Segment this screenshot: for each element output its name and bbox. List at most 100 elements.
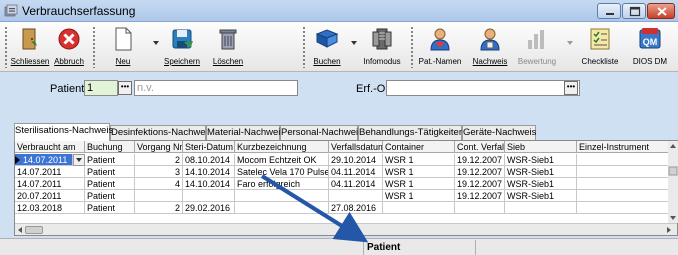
table-row[interactable]: 20.07.2011 Patient WSR 1 19.12.2007 WSR-Sieb…: [15, 190, 675, 202]
table-cell[interactable]: WSR 1: [383, 178, 455, 190]
table-cell[interactable]: 19.12.2007: [455, 178, 505, 190]
evidence-button[interactable]: Nachweis: [470, 24, 510, 70]
table-cell[interactable]: 08.10.2014: [183, 154, 235, 166]
table-cell[interactable]: 14.07.2011: [15, 166, 85, 178]
table-cell[interactable]: [329, 190, 383, 202]
close-button[interactable]: [647, 3, 675, 19]
column-header[interactable]: Vorgang Nr.: [135, 141, 183, 153]
table-cell[interactable]: WSR-Sieb1: [505, 166, 577, 178]
table-cell[interactable]: [505, 202, 577, 214]
new-dropdown-icon[interactable]: [152, 39, 160, 47]
column-header[interactable]: Kurzbezeichnung: [235, 141, 329, 153]
new-button[interactable]: Neu: [106, 24, 140, 70]
table-cell[interactable]: WSR-Sieb1: [505, 190, 577, 202]
table-row[interactable]: 14.07.2011 Patient 4 14.10.2014 Faro erfolgr…: [15, 178, 675, 190]
book-button[interactable]: Buchen: [308, 24, 346, 70]
table-cell[interactable]: 19.12.2007: [455, 190, 505, 202]
table-cell[interactable]: Patient: [85, 178, 135, 190]
table-cell[interactable]: [235, 190, 329, 202]
table-cell[interactable]: WSR 1: [383, 190, 455, 202]
table-cell[interactable]: 3: [135, 166, 183, 178]
horizontal-scroll-thumb[interactable]: [25, 226, 43, 234]
table-cell[interactable]: 14.07.2011: [15, 178, 85, 190]
patient-id-field[interactable]: 1: [84, 80, 118, 96]
table-cell[interactable]: 14.10.2014: [183, 166, 235, 178]
scroll-right-icon[interactable]: [665, 224, 673, 236]
dios-dm-button[interactable]: QM DIOS DM: [628, 24, 672, 70]
tab-material-nachweis[interactable]: Material-Nachweis: [206, 125, 285, 140]
table-row[interactable]: 14.07.2011 Patient 3 14.10.2014 Satelec Vela…: [15, 166, 675, 178]
patient-lookup-button[interactable]: •••: [118, 81, 132, 95]
table-row[interactable]: 12.03.2018 Patient 2 29.02.2016 27.08.2016: [15, 202, 675, 214]
table-cell[interactable]: 14.07.2011: [15, 154, 73, 166]
table-cell[interactable]: 19.12.2007: [455, 154, 505, 166]
table-cell[interactable]: Patient: [85, 202, 135, 214]
table-cell[interactable]: [577, 190, 669, 202]
table-cell[interactable]: 04.11.2014: [329, 178, 383, 190]
table-cell[interactable]: 14.10.2014: [183, 178, 235, 190]
table-cell[interactable]: 04.11.2014: [329, 166, 383, 178]
table-cell[interactable]: WSR 1: [383, 154, 455, 166]
rating-button[interactable]: Bewertung: [514, 24, 560, 70]
table-cell[interactable]: WSR-Sieb1: [505, 178, 577, 190]
table-cell[interactable]: [135, 190, 183, 202]
table-cell[interactable]: 4: [135, 178, 183, 190]
column-header[interactable]: Verfallsdatum: [329, 141, 383, 153]
table-cell[interactable]: [235, 202, 329, 214]
data-grid[interactable]: Verbraucht am Buchung Vorgang Nr. Steri-…: [14, 140, 678, 236]
cancel-button[interactable]: Abbruch: [52, 24, 86, 70]
patient-names-button[interactable]: Pat.-Namen: [418, 24, 462, 70]
table-cell[interactable]: 20.07.2011: [15, 190, 85, 202]
date-dropdown-button[interactable]: [73, 154, 85, 166]
table-cell[interactable]: Patient: [85, 154, 135, 166]
table-cell[interactable]: Faro erfolgreich: [235, 178, 329, 190]
table-cell[interactable]: WSR-Sieb1: [505, 154, 577, 166]
minimize-button[interactable]: [597, 3, 621, 19]
table-cell[interactable]: WSR 1: [383, 166, 455, 178]
erf-ort-lookup-button[interactable]: •••: [564, 81, 578, 95]
rating-dropdown-icon[interactable]: [566, 39, 574, 47]
column-header[interactable]: Verbraucht am: [15, 141, 85, 153]
horizontal-scrollbar[interactable]: [15, 223, 677, 235]
column-header[interactable]: Einzel-Instrument: [577, 141, 669, 153]
toolbar-grip[interactable]: [4, 26, 8, 68]
table-cell[interactable]: Patient: [85, 166, 135, 178]
table-cell[interactable]: [577, 178, 669, 190]
tab-personal-nachweis[interactable]: Personal-Nachweis: [280, 125, 363, 140]
table-cell[interactable]: [455, 202, 505, 214]
column-header[interactable]: Buchung: [85, 141, 135, 153]
erf-ort-field[interactable]: [386, 80, 580, 96]
scroll-left-icon[interactable]: [16, 224, 24, 236]
save-button[interactable]: Speichern: [162, 24, 202, 70]
book-dropdown-icon[interactable]: [350, 39, 358, 47]
maximize-button[interactable]: [622, 3, 646, 19]
table-cell[interactable]: 12.03.2018: [15, 202, 85, 214]
table-cell[interactable]: Patient: [85, 190, 135, 202]
patient-name-field[interactable]: n.v.: [134, 80, 298, 96]
table-cell[interactable]: 2: [135, 154, 183, 166]
table-cell[interactable]: [577, 154, 669, 166]
column-header[interactable]: Container: [383, 141, 455, 153]
table-cell[interactable]: [577, 166, 669, 178]
table-cell[interactable]: 19.12.2007: [455, 166, 505, 178]
close-window-button[interactable]: Schliessen: [10, 24, 50, 70]
column-header[interactable]: Sieb: [505, 141, 577, 153]
column-header[interactable]: Steri-Datum: [183, 141, 235, 153]
table-cell[interactable]: [183, 190, 235, 202]
tab-desinfektions-nachweis[interactable]: Desinfektions-Nachweis: [110, 125, 212, 140]
vertical-scrollbar[interactable]: [668, 141, 678, 223]
checklist-button[interactable]: Checkliste: [578, 24, 622, 70]
delete-button[interactable]: Löschen: [208, 24, 248, 70]
tab-sterilisations-nachweis[interactable]: Sterilisations-Nachweis: [14, 123, 113, 141]
tab-behandlungs-taetigkeiten[interactable]: Behandlungs-Tätigkeiten: [358, 125, 464, 140]
info-mode-button[interactable]: Infomodus: [360, 24, 404, 70]
table-cell[interactable]: [383, 202, 455, 214]
column-header[interactable]: Cont. Verfall: [455, 141, 505, 153]
table-cell[interactable]: 29.10.2014: [329, 154, 383, 166]
table-cell[interactable]: Mocom Echtzeit OK: [235, 154, 329, 166]
tab-geraete-nachweis[interactable]: Geräte-Nachweis: [462, 125, 536, 140]
table-cell[interactable]: 2: [135, 202, 183, 214]
table-cell[interactable]: 29.02.2016: [183, 202, 235, 214]
table-cell[interactable]: 27.08.2016: [329, 202, 383, 214]
table-cell[interactable]: [577, 202, 669, 214]
